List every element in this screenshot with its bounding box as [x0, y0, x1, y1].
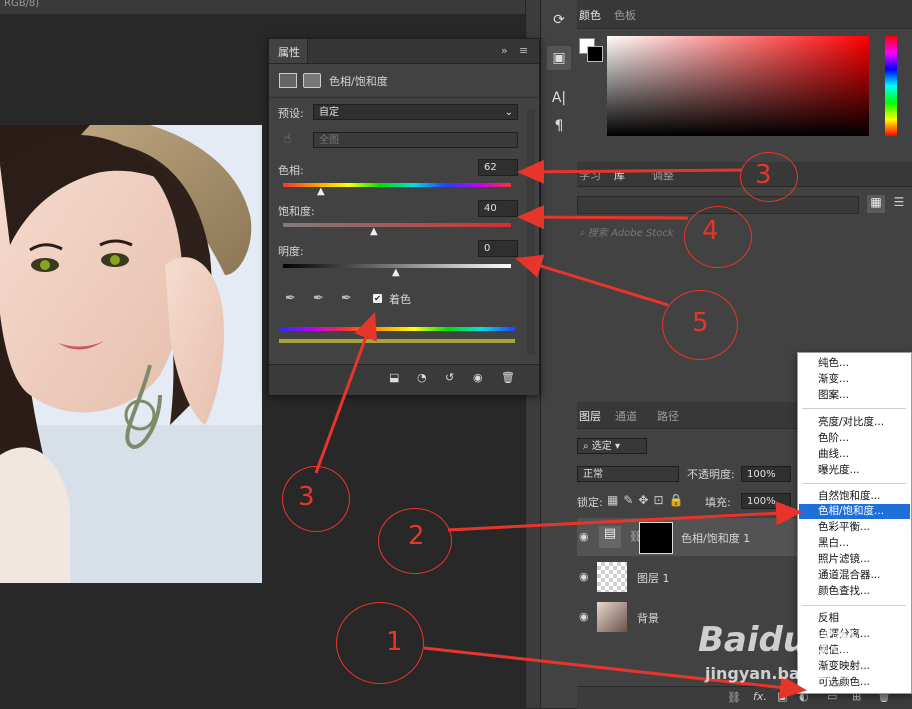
annotation-number: 2 [408, 521, 425, 551]
annotation-number: 3 [755, 160, 772, 190]
baidu-watermark-logo: Baidu经验 [698, 620, 855, 660]
annotation-number: 5 [692, 308, 709, 338]
annotation-arrows [314, 159, 807, 700]
arrow-to-menu-item [447, 501, 803, 532]
annotation-number: 4 [702, 216, 719, 246]
annotation-circle [282, 466, 350, 532]
baidu-watermark-url: jingyan.baidu.com [705, 664, 872, 683]
watermark-brand-cn: 经验 [807, 629, 856, 657]
annotation-circle [336, 602, 424, 684]
arrow-to-colorize [314, 312, 377, 474]
annotation-number: 1 [386, 627, 403, 657]
arrow-to-lightness [515, 254, 669, 307]
annotation-number: 3 [298, 482, 315, 512]
arrow-to-hue [517, 159, 743, 184]
arrow-to-saturation [517, 205, 689, 230]
watermark-brand: Baidu [698, 620, 808, 660]
